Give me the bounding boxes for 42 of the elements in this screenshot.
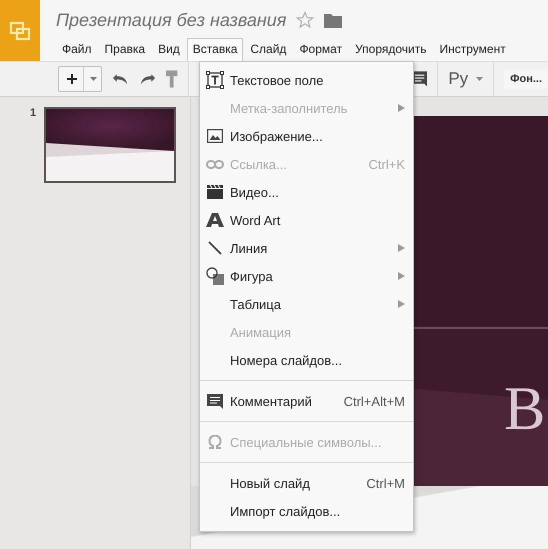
- slides-logo-icon: [9, 20, 31, 40]
- menu-option[interactable]: Новый слайд Ctrl+M: [200, 469, 413, 497]
- language-button[interactable]: Ру: [448, 69, 484, 89]
- menu-option[interactable]: Таблица: [200, 290, 413, 318]
- clapperboard-icon: [207, 185, 223, 199]
- slide-number: 1: [30, 107, 36, 119]
- text-box-icon: [206, 71, 224, 89]
- comment-icon: [207, 394, 223, 408]
- slide-thumbnail[interactable]: [44, 107, 176, 183]
- undo-icon[interactable]: [112, 73, 130, 85]
- slide-title-text: В: [504, 378, 546, 440]
- menu-option[interactable]: Изображение...: [200, 122, 413, 150]
- plus-icon: [67, 74, 77, 84]
- menu-item[interactable]: Формат: [293, 38, 348, 61]
- image-icon: [207, 129, 223, 143]
- menu-option[interactable]: Видео...: [200, 178, 413, 206]
- new-slide-button[interactable]: [58, 66, 102, 92]
- caret-icon: [90, 77, 97, 81]
- menu-item[interactable]: Слайд: [244, 38, 292, 61]
- background-button[interactable]: Фон...: [504, 69, 548, 89]
- omega-icon: [208, 435, 222, 449]
- menu-option[interactable]: Комментарий Ctrl+Alt+M: [200, 387, 413, 415]
- caret-icon: [476, 77, 484, 81]
- menu-item[interactable]: Файл: [56, 38, 98, 61]
- menu-option[interactable]: Фигура: [200, 262, 413, 290]
- shapes-icon: [206, 267, 224, 285]
- document-title[interactable]: Презентация без названия: [56, 10, 286, 30]
- menu-item[interactable]: Вставка: [186, 38, 244, 61]
- line-icon: [208, 241, 222, 255]
- star-icon[interactable]: [296, 11, 314, 29]
- menu-option[interactable]: Линия: [200, 234, 413, 262]
- menu-item[interactable]: Вид: [152, 38, 186, 61]
- menu-item[interactable]: Инструмент: [434, 38, 512, 61]
- menu-item[interactable]: Правка: [98, 38, 152, 61]
- menu-option[interactable]: Номера слайдов...: [200, 346, 413, 374]
- redo-icon[interactable]: [139, 73, 156, 85]
- menu-item[interactable]: Упорядочить: [349, 38, 432, 61]
- menu-option[interactable]: Текстовое поле: [200, 66, 413, 94]
- link-icon: [206, 160, 224, 168]
- menu-option[interactable]: Word Art: [200, 206, 413, 234]
- folder-icon[interactable]: [324, 12, 342, 28]
- word-art-icon: [206, 213, 224, 227]
